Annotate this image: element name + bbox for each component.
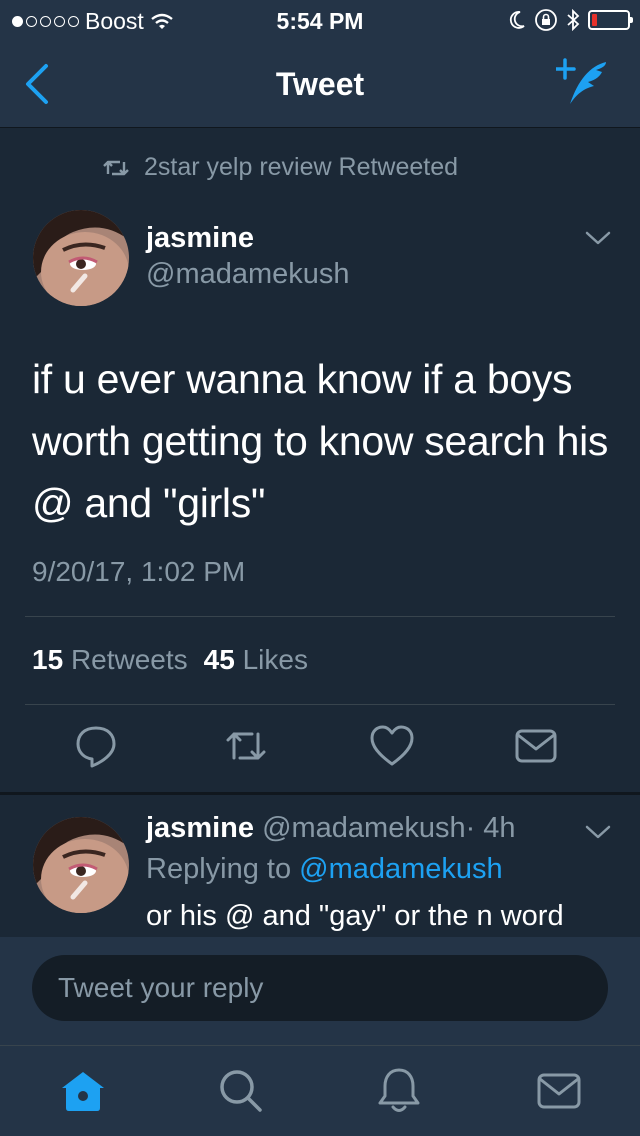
divider	[25, 704, 615, 705]
reply-author-name[interactable]: jasmine	[146, 812, 254, 844]
likes-label: Likes	[242, 644, 308, 675]
retweet-context-text: 2star yelp review Retweeted	[144, 153, 459, 181]
section-separator	[0, 792, 640, 795]
retweets-label: Retweets	[70, 644, 188, 675]
tweet-actions	[0, 722, 640, 774]
reply-input[interactable]	[32, 955, 608, 1021]
tweet-timestamp: 9/20/17, 1:02 PM	[32, 556, 246, 587]
divider	[25, 616, 615, 617]
retweet-context: 2star yelp review Retweeted	[102, 153, 458, 182]
replying-to: Replying to @madamekush	[146, 853, 503, 886]
moon-icon	[509, 11, 525, 29]
page-title: Tweet	[275, 66, 365, 102]
author-name[interactable]: jasmine	[146, 222, 254, 255]
avatar[interactable]	[33, 817, 129, 913]
tweet-stats: 15 Retweets 45 Likes	[32, 644, 308, 676]
retweets-stat[interactable]: 15 Retweets	[32, 644, 188, 676]
tweet-text: if u ever wanna know if a boys worth get…	[32, 356, 609, 526]
home-icon[interactable]	[58, 1066, 108, 1116]
retweet-icon[interactable]	[222, 722, 270, 770]
search-icon[interactable]	[216, 1066, 266, 1116]
status-bar: Boost 5:54 PM	[0, 0, 640, 40]
like-heart-icon[interactable]	[368, 722, 416, 770]
reply-time: · 4h	[465, 812, 516, 844]
likes-stat[interactable]: 45 Likes	[204, 644, 308, 676]
reply-icon[interactable]	[72, 722, 120, 770]
reply-text: or his @ and "gay" or the n word	[146, 900, 564, 932]
retweets-count: 15	[32, 644, 64, 675]
likes-count: 45	[203, 644, 235, 675]
battery-icon	[588, 10, 633, 30]
author-handle[interactable]: @madamekush	[146, 258, 350, 291]
nav-bar: Tweet	[0, 40, 640, 128]
messages-icon[interactable]	[534, 1066, 584, 1116]
tab-bar	[0, 1045, 640, 1136]
reply-author-handle[interactable]: @madamekush	[262, 812, 466, 844]
avatar[interactable]	[33, 210, 129, 306]
replying-prefix: Replying to	[146, 853, 292, 885]
status-icons	[508, 8, 633, 32]
notifications-icon[interactable]	[374, 1066, 424, 1116]
compose-tweet-icon[interactable]	[556, 58, 612, 110]
replying-to-mention[interactable]: @madamekush	[299, 853, 503, 885]
orientation-lock-icon	[535, 9, 557, 31]
chevron-down-icon[interactable]	[583, 228, 613, 248]
reply-header: jasmine @madamekush· 4h	[146, 812, 516, 845]
chevron-down-icon[interactable]	[583, 822, 613, 842]
reply-composer	[0, 937, 640, 1045]
retweet-icon	[103, 160, 129, 175]
bluetooth-icon	[567, 9, 580, 31]
direct-message-icon[interactable]	[512, 722, 560, 770]
